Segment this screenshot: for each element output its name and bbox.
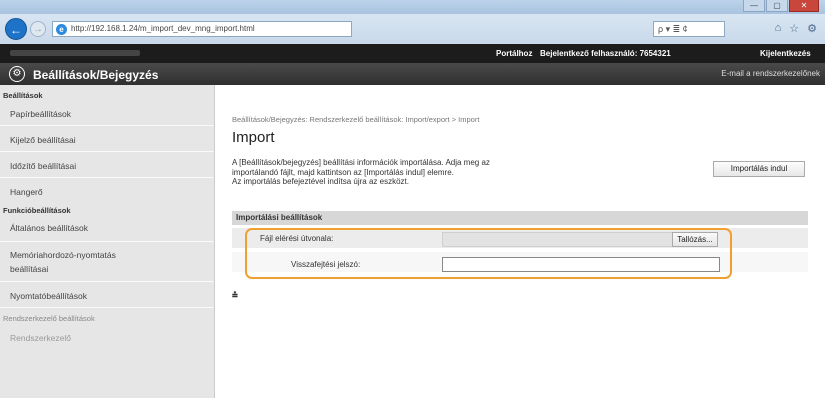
logged-in-user: Bejelentkező felhasználó: 7654321 [540,49,671,58]
window-controls: — ▢ ✕ [743,0,819,12]
breadcrumb: Beállítások/Bejegyzés: Rendszerkezelő be… [232,115,480,124]
back-to-top-icon[interactable]: ⩮ [232,290,238,301]
sidebar: Beállítások Papírbeállítások Kijelző beá… [0,85,215,398]
page-header-title: Beállítások/Bejegyzés [33,68,159,82]
close-button[interactable]: ✕ [789,0,819,12]
back-arrow-icon[interactable]: ← [5,18,27,40]
maximize-button[interactable]: ▢ [766,0,788,12]
highlight-frame [245,228,732,279]
app-header: ⚙ Beállítások/Bejegyzés E-mail a rendsze… [0,63,825,85]
section-header: Importálási beállítások [232,211,808,225]
favorites-star-icon[interactable]: ☆ [789,22,799,35]
settings-gear-icon: ⚙ [9,66,25,82]
sidebar-heading-functions: Funkcióbeállítások [3,206,71,215]
address-bar-area: ← → e http://192.168.1.24/m_import_dev_m… [0,14,825,44]
gear-icon[interactable]: ⚙ [807,22,817,35]
minimize-button[interactable]: — [743,0,765,12]
sidebar-item-display[interactable]: Kijelző beállításai [0,135,214,145]
start-import-button[interactable]: Importálás indul [713,161,805,177]
sidebar-item-volume[interactable]: Hangerő [0,187,214,197]
page-title: Import [232,129,275,146]
toolbar-icons: ⌂ ☆ ⚙ [775,22,817,35]
sidebar-item-admin[interactable]: Rendszerkezelő [0,333,214,343]
portal-link[interactable]: Portálhoz [496,49,532,58]
forward-arrow-icon[interactable]: → [30,21,46,37]
sidebar-item-timer[interactable]: Időzítő beállításai [0,161,214,171]
home-icon[interactable]: ⌂ [775,22,782,35]
sidebar-item-general[interactable]: Általános beállítások [0,223,214,233]
browser-titlebar: — ▢ ✕ [0,0,825,14]
search-dropdown[interactable]: ρ ▾ ≣ ¢ [653,21,725,37]
sidebar-item-media-print[interactable]: Memóriahordozó-nyomtatás [0,250,214,260]
url-text: http://192.168.1.24/m_import_dev_mng_imp… [71,24,255,33]
description: A [Beállítások/bejegyzés] beállítási inf… [232,158,592,187]
top-navigation: Portálhoz Bejelentkező felhasználó: 7654… [0,44,825,63]
description-line: Az importálás befejeztével indítsa újra … [232,177,409,186]
ie-icon: e [56,24,67,35]
logout-link[interactable]: Kijelentkezés [760,49,811,58]
sidebar-item-paper[interactable]: Papírbeállítások [0,109,214,119]
mail-admin-link[interactable]: E-mail a rendszerkezelőnek [721,69,820,78]
device-name-redacted [10,50,140,56]
description-line: importálandó fájlt, majd kattintson az [… [232,167,454,177]
sidebar-heading-settings: Beállítások [3,91,43,100]
sidebar-item-media-print-line2[interactable]: beállításai [0,264,214,274]
sidebar-item-printer[interactable]: Nyomtatóbeállítások [0,291,214,301]
url-field[interactable]: e http://192.168.1.24/m_import_dev_mng_i… [52,21,352,37]
sidebar-heading-admin: Rendszerkezelő beállítások [3,314,95,323]
description-line: A [Beállítások/bejegyzés] beállítási inf… [232,158,490,167]
